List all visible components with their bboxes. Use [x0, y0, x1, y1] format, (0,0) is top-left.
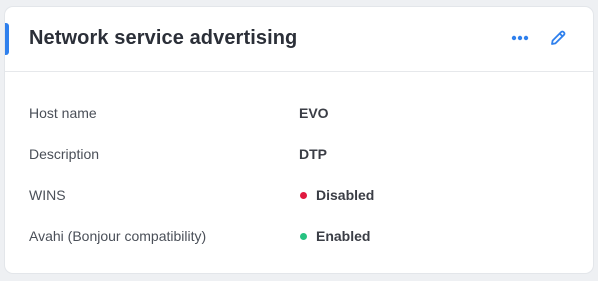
- row-avahi: Avahi (Bonjour compatibility) Enabled: [29, 228, 569, 248]
- row-value: Disabled: [299, 187, 374, 203]
- row-label: Description: [29, 146, 100, 162]
- more-horizontal-icon: [511, 35, 529, 41]
- row-value: DTP: [299, 146, 327, 162]
- row-value: EVO: [299, 105, 329, 121]
- card-header: Network service advertising: [5, 7, 593, 72]
- status-dot-disabled: [300, 191, 307, 199]
- row-label: WINS: [29, 187, 66, 203]
- row-value: Enabled: [299, 228, 370, 244]
- host-name-value: EVO: [299, 105, 329, 121]
- pencil-edit-icon: [551, 30, 566, 45]
- row-label: Avahi (Bonjour compatibility): [29, 228, 207, 244]
- card-title: Network service advertising: [29, 27, 298, 49]
- row-host-name: Host name EVO: [29, 105, 569, 125]
- card-actions: [509, 27, 569, 49]
- avahi-status-value: Enabled: [316, 228, 371, 244]
- wins-status-value: Disabled: [316, 187, 375, 203]
- row-wins: WINS Disabled: [29, 187, 569, 207]
- description-value: DTP: [299, 146, 327, 162]
- more-options-button[interactable]: [509, 27, 531, 49]
- network-service-advertising-card: Network service advertising Host name EV…: [5, 7, 593, 273]
- edit-button[interactable]: [547, 27, 569, 49]
- status-dot-enabled: [300, 232, 307, 240]
- row-label: Host name: [29, 105, 97, 121]
- row-description: Description DTP: [29, 146, 569, 166]
